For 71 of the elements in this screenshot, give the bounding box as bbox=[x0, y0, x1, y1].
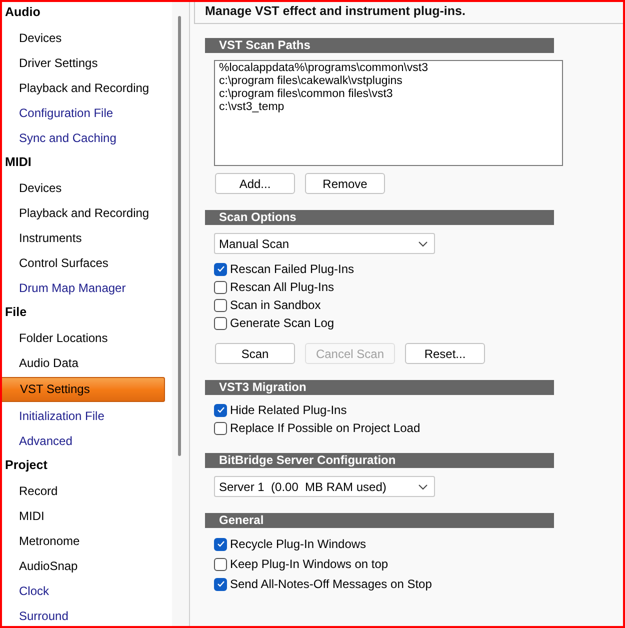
scrollbar-thumb[interactable] bbox=[178, 16, 181, 456]
button[interactable]: Reset... bbox=[405, 343, 485, 364]
sidebar-item[interactable]: Playback and Recording bbox=[3, 200, 172, 225]
sidebar-item[interactable]: Initialization File bbox=[3, 403, 172, 428]
checkmark-icon bbox=[216, 406, 224, 414]
sidebar-item[interactable]: Driver Settings bbox=[3, 50, 172, 75]
checkbox[interactable] bbox=[214, 262, 227, 276]
sidebar-item[interactable]: Audio Data bbox=[3, 350, 172, 375]
checkbox-label[interactable]: Keep Plug-In Windows on top bbox=[230, 555, 388, 573]
checkmark-icon bbox=[216, 540, 224, 548]
checkbox[interactable] bbox=[214, 280, 227, 294]
list-item[interactable]: c:\program files\cakewalk\vstplugins bbox=[219, 75, 562, 88]
sidebar-heading: MIDI bbox=[4, 154, 32, 172]
sidebar-item[interactable]: Devices bbox=[3, 25, 172, 50]
button: Cancel Scan bbox=[305, 343, 395, 364]
dropdown[interactable]: Manual Scan bbox=[214, 233, 435, 254]
path-listbox[interactable]: %localappdata%\programs\common\vst3 c:\program files\cakewalk\vstplugins c:\program files\common files\vst3 c:\vst3_temp bbox=[214, 60, 563, 166]
sidebar-heading: File bbox=[4, 304, 28, 322]
sidebar-item[interactable]: Sync and Caching bbox=[3, 125, 172, 150]
button[interactable]: Scan bbox=[215, 343, 295, 364]
section-header: VST Scan Paths bbox=[205, 38, 554, 53]
checkbox[interactable] bbox=[214, 538, 227, 550]
panel-description: Manage VST effect and instrument plug-ins. bbox=[194, 0, 625, 24]
section-header: General bbox=[205, 513, 554, 528]
checkbox-label[interactable]: Rescan All Plug-Ins bbox=[230, 278, 334, 296]
sidebar-item[interactable]: Drum Map Manager bbox=[3, 275, 172, 300]
list-item[interactable]: c:\vst3_temp bbox=[219, 101, 562, 114]
sidebar-item[interactable]: Metronome bbox=[3, 528, 172, 553]
sidebar-heading: Audio bbox=[4, 4, 42, 22]
checkbox-label[interactable]: Scan in Sandbox bbox=[230, 296, 321, 314]
sidebar-heading: Project bbox=[4, 457, 48, 474]
sidebar-item[interactable]: Playback and Recording bbox=[3, 75, 172, 100]
checkbox[interactable] bbox=[214, 298, 227, 312]
dropdown[interactable]: Server 1 (0.00 MB RAM used) bbox=[214, 476, 435, 497]
checkbox-label[interactable]: Send All-Notes-Off Messages on Stop bbox=[230, 575, 432, 593]
sidebar-item[interactable]: Configuration File bbox=[3, 100, 172, 125]
sidebar-item[interactable]: VST Settings bbox=[0, 376, 165, 402]
sidebar-item[interactable]: AudioSnap bbox=[3, 553, 172, 578]
chevron-down-icon bbox=[418, 240, 428, 246]
sidebar-item[interactable]: Folder Locations bbox=[3, 325, 172, 350]
checkbox-label[interactable]: Rescan Failed Plug-Ins bbox=[230, 260, 354, 278]
checkbox-label[interactable]: Hide Related Plug-Ins bbox=[230, 401, 347, 419]
sidebar-item[interactable]: MIDI bbox=[3, 503, 172, 528]
scrollbar[interactable] bbox=[172, 0, 190, 628]
checkmark-icon bbox=[216, 580, 224, 588]
list-item[interactable]: c:\program files\common files\vst3 bbox=[219, 88, 562, 101]
list-item[interactable]: %localappdata%\programs\common\vst3 bbox=[219, 62, 562, 75]
sidebar-item[interactable]: Advanced bbox=[3, 428, 172, 453]
checkbox[interactable] bbox=[214, 558, 227, 570]
section-header: BitBridge Server Configuration bbox=[205, 453, 554, 468]
section-header: VST3 Migration bbox=[205, 380, 554, 395]
button[interactable]: Remove bbox=[305, 173, 385, 194]
sidebar-item[interactable]: Clock bbox=[3, 578, 172, 603]
sidebar-item[interactable]: Record bbox=[3, 478, 172, 503]
dropdown-value: Manual Scan bbox=[219, 236, 290, 252]
sidebar-item[interactable]: Instruments bbox=[3, 225, 172, 250]
checkbox-label[interactable]: Recycle Plug-In Windows bbox=[230, 535, 366, 553]
dropdown-value: Server 1 (0.00 MB RAM used) bbox=[219, 478, 386, 496]
chevron-down-icon bbox=[418, 484, 428, 490]
button[interactable]: Add... bbox=[215, 173, 295, 194]
checkbox[interactable] bbox=[214, 316, 227, 330]
sidebar-item[interactable]: Surround bbox=[3, 603, 172, 628]
checkbox[interactable] bbox=[214, 404, 227, 416]
checkbox-label[interactable]: Generate Scan Log bbox=[230, 314, 334, 332]
checkbox[interactable] bbox=[214, 422, 227, 434]
checkbox[interactable] bbox=[214, 578, 227, 590]
checkmark-icon bbox=[216, 265, 224, 273]
sidebar-item[interactable]: Control Surfaces bbox=[3, 250, 172, 275]
section-header: Scan Options bbox=[205, 210, 554, 225]
checkbox-label[interactable]: Replace If Possible on Project Load bbox=[230, 419, 420, 437]
sidebar-item[interactable]: Devices bbox=[3, 175, 172, 200]
